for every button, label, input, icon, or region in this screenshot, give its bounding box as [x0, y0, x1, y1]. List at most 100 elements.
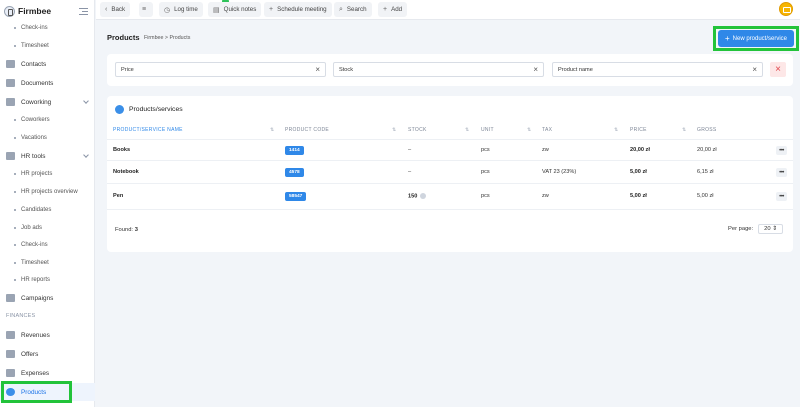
list-view-button[interactable]: ≡ — [139, 2, 153, 17]
more-options-button[interactable]: ••• — [776, 146, 787, 155]
add-button[interactable]: + Add — [378, 2, 408, 17]
sidebar-item-timesheet[interactable]: Timesheet — [0, 37, 95, 55]
bullet-icon — [14, 45, 16, 47]
bullet-icon — [14, 27, 16, 29]
column-header-price[interactable]: PRICE — [630, 127, 647, 133]
stock-filter-label: Stock — [339, 66, 353, 73]
notes-icon: ▤ — [213, 6, 220, 14]
sort-icon[interactable]: ⇅ — [682, 127, 686, 133]
brand[interactable]: Firmbee — [4, 3, 94, 19]
sidebar-item-vacations[interactable]: Vacations — [0, 129, 95, 147]
sort-icon[interactable]: ⇅ — [614, 127, 618, 133]
product-unit: pcs — [481, 169, 490, 175]
log-time-button[interactable]: ◷ Log time — [159, 2, 203, 17]
per-page-select[interactable]: 20 ⇕ — [758, 224, 784, 234]
sidebar-item-label: Expenses — [21, 369, 50, 377]
bullet-icon — [14, 262, 16, 264]
price-filter[interactable]: Price × — [115, 62, 326, 77]
sidebar-item-offers[interactable]: Offers — [0, 345, 95, 363]
bullet-icon — [14, 227, 16, 229]
quick-notes-label: Quick notes — [223, 6, 257, 13]
sidebar-item-contacts[interactable]: Contacts — [0, 55, 95, 73]
divider — [107, 209, 793, 210]
close-icon: × — [775, 64, 781, 75]
schedule-meeting-button[interactable]: + Schedule meeting — [264, 2, 332, 17]
sidebar-item-label: Job ads — [21, 225, 43, 231]
sidebar-item-label: Vacations — [21, 135, 47, 141]
clear-icon[interactable]: × — [533, 65, 538, 74]
product-code-badge: 1414 — [285, 146, 304, 155]
product-name-filter[interactable]: Product name × — [552, 62, 763, 77]
sort-icon[interactable]: ⇅ — [270, 127, 274, 133]
sidebar-item-label: Documents — [21, 79, 54, 87]
sidebar-item-job-ads[interactable]: Job ads — [0, 219, 95, 237]
product-name[interactable]: Books — [113, 147, 130, 153]
topbar: ‹ Back ≡ ◷ Log time ▤ Quick notes + Schedule… — [96, 0, 800, 20]
clear-filters-button[interactable]: × — [770, 62, 786, 77]
breadcrumb[interactable]: Firmbee > Products — [144, 35, 190, 41]
sort-icon[interactable]: ⇅ — [392, 127, 396, 133]
column-header-stock[interactable]: STOCK — [408, 127, 427, 133]
sidebar-item-campaigns[interactable]: Campaigns — [0, 289, 95, 307]
sidebar: Firmbee Check-ins Timesheet Contacts Doc… — [0, 0, 95, 407]
more-options-button[interactable]: ••• — [776, 168, 787, 177]
sidebar-item-documents[interactable]: Documents — [0, 74, 95, 92]
bullet-icon — [14, 209, 16, 211]
product-unit: pcs — [481, 193, 490, 199]
sidebar-item-check-ins[interactable]: Check-ins — [0, 19, 95, 37]
product-stock: – — [408, 169, 412, 175]
info-icon[interactable] — [420, 193, 427, 199]
search-icon: ⌕ — [339, 5, 343, 13]
column-header-name[interactable]: PRODUCT/SERVICE NAME — [113, 127, 183, 133]
sidebar-item-label: Check-ins — [21, 25, 48, 31]
product-code-badge: 58547 — [285, 192, 307, 201]
product-stock-cell: 150 — [408, 193, 427, 199]
product-stock: – — [408, 147, 412, 153]
sidebar-item-revenues[interactable]: Revenues — [0, 326, 95, 344]
sidebar-item-products[interactable]: Products — [0, 383, 95, 401]
sidebar-item-expenses[interactable]: Expenses — [0, 364, 95, 382]
sort-icon[interactable]: ⇅ — [527, 127, 531, 133]
messages-icon[interactable] — [779, 2, 793, 16]
product-gross: 5,00 zł — [697, 193, 714, 199]
sidebar-item-hr-projects-overview[interactable]: HR projects overview — [0, 183, 95, 201]
product-unit: pcs — [481, 147, 490, 153]
search-button[interactable]: ⌕ Search — [334, 2, 372, 17]
sidebar-item-hr-projects[interactable]: HR projects — [0, 165, 95, 183]
collapse-sidebar-icon[interactable] — [79, 6, 88, 15]
column-header-unit[interactable]: UNIT — [481, 127, 494, 133]
quick-notes-button[interactable]: ▤ Quick notes — [208, 2, 262, 17]
sidebar-item-label: Check-ins — [21, 242, 48, 248]
product-price: 5,00 zł — [630, 193, 647, 199]
stock-filter[interactable]: Stock × — [333, 62, 544, 77]
column-header-tax[interactable]: TAX — [542, 127, 552, 133]
brand-name: Firmbee — [18, 6, 52, 16]
clear-icon[interactable]: × — [752, 65, 757, 74]
product-name[interactable]: Notebook — [113, 169, 139, 175]
sidebar-item-label: Coworkers — [21, 117, 50, 123]
sidebar-item-coworking[interactable]: Coworking — [0, 93, 95, 111]
product-name[interactable]: Pen — [113, 193, 123, 199]
search-label: Search — [346, 6, 367, 13]
back-button[interactable]: ‹ Back — [100, 2, 131, 17]
more-options-button[interactable]: ••• — [776, 192, 787, 201]
sidebar-item-hr-check-ins[interactable]: Check-ins — [0, 236, 95, 254]
sidebar-item-hr-reports[interactable]: HR reports — [0, 271, 95, 289]
bullet-icon — [14, 173, 16, 175]
revenues-icon — [6, 331, 15, 339]
sidebar-item-label: Coworking — [21, 98, 52, 106]
column-header-code[interactable]: PRODUCT CODE — [285, 127, 329, 133]
sort-icon[interactable]: ⇅ — [465, 127, 469, 133]
clear-icon[interactable]: × — [315, 65, 320, 74]
column-header-gross[interactable]: GROSS — [697, 127, 717, 133]
sidebar-item-candidates[interactable]: Candidates — [0, 201, 95, 219]
divider — [107, 160, 793, 161]
bullet-icon — [14, 244, 16, 246]
sidebar-item-label: Products — [21, 388, 47, 396]
sidebar-item-coworkers[interactable]: Coworkers — [0, 111, 95, 129]
new-product-button[interactable]: + New product/service — [718, 30, 794, 47]
offers-icon — [6, 350, 15, 358]
sidebar-item-hr-tools[interactable]: HR tools — [0, 147, 95, 165]
sidebar-item-label: HR tools — [21, 152, 46, 160]
sidebar-item-hr-timesheet[interactable]: Timesheet — [0, 254, 95, 272]
